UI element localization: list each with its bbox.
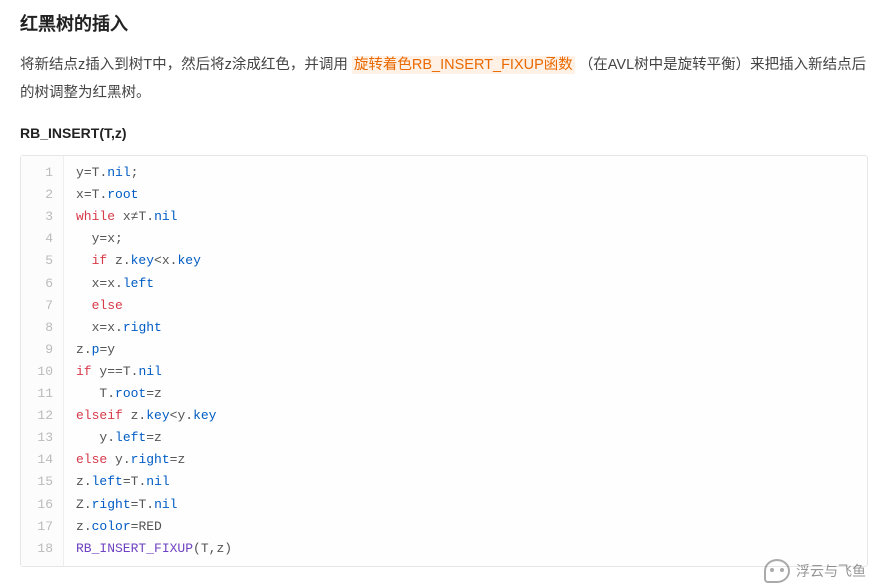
line-number: 10	[35, 361, 53, 383]
code-line: T.root=z	[76, 383, 855, 405]
code-line: else	[76, 295, 855, 317]
line-number: 1	[35, 162, 53, 184]
line-number: 2	[35, 184, 53, 206]
line-number: 16	[35, 494, 53, 516]
code-line: z.left=T.nil	[76, 471, 855, 493]
code-line: if y==T.nil	[76, 361, 855, 383]
code-line: x=T.root	[76, 184, 855, 206]
intro-text-pre: 将新结点z插入到树T中，然后将z涂成红色，并调用	[20, 57, 352, 73]
line-number: 13	[35, 427, 53, 449]
line-number: 12	[35, 405, 53, 427]
code-line: z.p=y	[76, 339, 855, 361]
line-number: 4	[35, 228, 53, 250]
code-block: 123456789101112131415161718 y=T.nil;x=T.…	[20, 155, 868, 567]
watermark-text: 浮云与飞鱼	[796, 561, 866, 581]
line-number: 6	[35, 273, 53, 295]
line-number: 15	[35, 471, 53, 493]
code-line: x=x.left	[76, 273, 855, 295]
code-line: x=x.right	[76, 317, 855, 339]
platform-watermark: 浮云与飞鱼	[764, 559, 866, 583]
code-line: y.left=z	[76, 427, 855, 449]
code-line: RB_INSERT_FIXUP(T,z)	[76, 538, 855, 560]
line-number: 5	[35, 250, 53, 272]
code-caption: RB_INSERT(T,z)	[20, 125, 868, 141]
code-line: if z.key<x.key	[76, 250, 855, 272]
code-line: y=x;	[76, 228, 855, 250]
code-line: elseif z.key<y.key	[76, 405, 855, 427]
code-line: else y.right=z	[76, 449, 855, 471]
line-number: 7	[35, 295, 53, 317]
code-line: Z.right=T.nil	[76, 494, 855, 516]
line-number: 8	[35, 317, 53, 339]
line-number: 17	[35, 516, 53, 538]
line-number: 11	[35, 383, 53, 405]
line-number: 3	[35, 206, 53, 228]
line-number: 18	[35, 538, 53, 560]
intro-paragraph: 将新结点z插入到树T中，然后将z涂成红色，并调用 旋转着色RB_INSERT_F…	[20, 52, 868, 107]
line-number-gutter: 123456789101112131415161718	[21, 156, 64, 566]
line-number: 9	[35, 339, 53, 361]
line-number: 14	[35, 449, 53, 471]
article-heading: 红黑树的插入	[20, 10, 868, 36]
code-line: while x≠T.nil	[76, 206, 855, 228]
code-line: y=T.nil;	[76, 162, 855, 184]
code-content: y=T.nil;x=T.rootwhile x≠T.nily=x;if z.ke…	[64, 156, 867, 566]
code-line: z.color=RED	[76, 516, 855, 538]
inline-link-fixup[interactable]: 旋转着色RB_INSERT_FIXUP函数	[352, 56, 575, 74]
wechat-icon	[764, 559, 790, 583]
